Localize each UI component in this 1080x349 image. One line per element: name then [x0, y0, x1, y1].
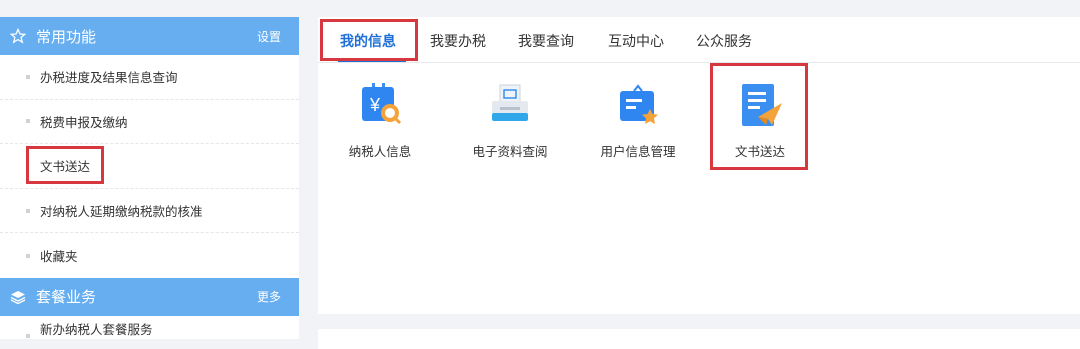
bullet [26, 253, 30, 258]
package-business-title: 套餐业务 [36, 288, 97, 307]
tab-public-service[interactable]: 公众服务 [696, 31, 752, 51]
bullet [26, 208, 30, 213]
user-info-manage-icon [620, 84, 658, 124]
sidebar-item-label: 税费申报及缴纳 [40, 114, 128, 130]
settings-link[interactable]: 设置 [257, 28, 281, 45]
more-link[interactable]: 更多 [257, 288, 281, 305]
tab-query[interactable]: 我要查询 [518, 31, 574, 51]
sidebar-item-progress-query[interactable]: 办税进度及结果信息查询 [0, 55, 299, 100]
sidebar-item-new-taxpayer-package[interactable]: 新办纳税人套餐服务 [0, 316, 299, 338]
tab-handle-tax[interactable]: 我要办税 [430, 31, 486, 51]
sidebar-item-label: 办税进度及结果信息查询 [40, 70, 178, 86]
bottom-panel [318, 329, 1080, 349]
e-document-icon [492, 84, 528, 121]
user-info-manage-item[interactable]: 用户信息管理 [596, 81, 680, 160]
sidebar-item-tax-declaration[interactable]: 税费申报及缴纳 [0, 100, 299, 145]
e-document-item[interactable]: 电子资料查阅 [468, 81, 552, 160]
sidebar: 常用功能 设置 办税进度及结果信息查询 税费申报及缴纳 文书送达 对纳税人延期缴… [0, 17, 299, 339]
sidebar-item-label: 新办纳税人套餐服务 [40, 321, 153, 337]
bullet [26, 119, 30, 124]
taxpayer-info-icon: ¥ [362, 83, 402, 125]
common-functions-title: 常用功能 [36, 27, 97, 46]
sidebar-item-document-delivery[interactable]: 文书送达 [0, 144, 299, 189]
package-business-header: 套餐业务 更多 [0, 277, 299, 316]
layers-icon [10, 290, 26, 305]
svg-text:¥: ¥ [369, 95, 381, 115]
sidebar-item-deferred-payment[interactable]: 对纳税人延期缴纳税款的核准 [0, 189, 299, 234]
sidebar-item-favorites[interactable]: 收藏夹 [0, 233, 299, 278]
highlight-box [710, 63, 808, 170]
tab-bar: 我的信息 我要办税 我要查询 互动中心 公众服务 [318, 17, 1080, 63]
e-document-label: 电子资料查阅 [472, 144, 548, 159]
highlight-box [26, 146, 104, 185]
main-panel: 我的信息 我要办税 我要查询 互动中心 公众服务 ¥ 纳税人信息 电子资料查阅 [318, 17, 1080, 314]
tab-interaction-center[interactable]: 互动中心 [608, 31, 664, 51]
bullet [26, 74, 30, 79]
user-info-manage-label: 用户信息管理 [600, 144, 676, 159]
star-icon [10, 28, 26, 44]
sidebar-item-label: 对纳税人延期缴纳税款的核准 [40, 204, 203, 220]
bullet [26, 333, 30, 338]
sidebar-item-label: 收藏夹 [40, 249, 78, 265]
taxpayer-info-label: 纳税人信息 [348, 144, 412, 159]
common-functions-header: 常用功能 设置 [0, 17, 299, 55]
taxpayer-info-item[interactable]: ¥ 纳税人信息 [340, 81, 420, 160]
highlight-box [320, 19, 418, 61]
